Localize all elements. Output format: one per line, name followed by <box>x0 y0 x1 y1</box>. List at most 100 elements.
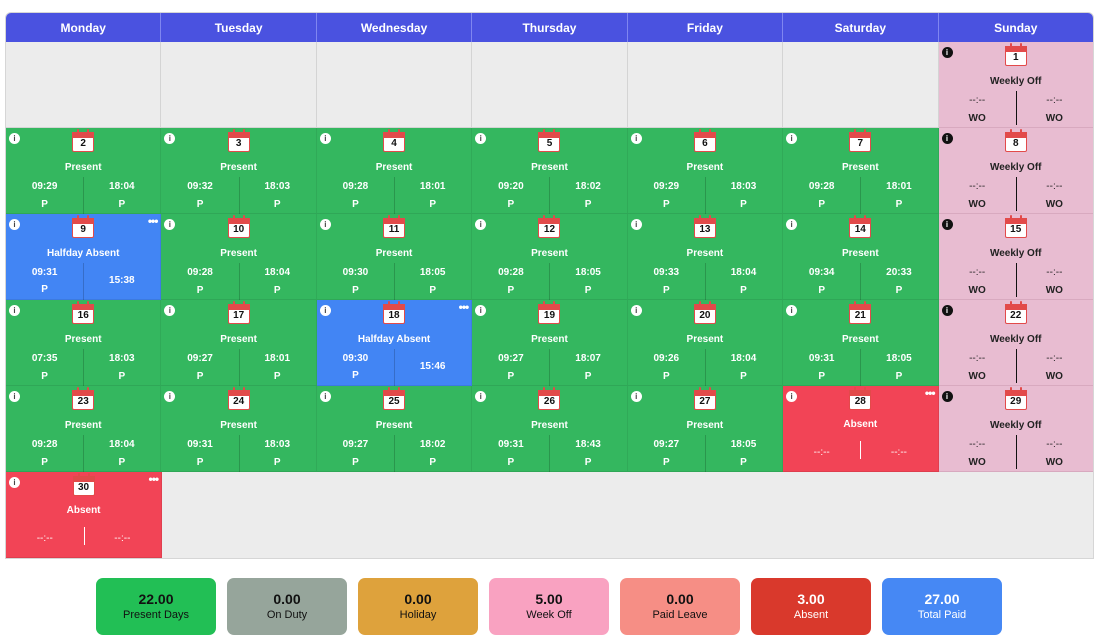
info-icon[interactable]: i <box>164 391 176 402</box>
day-cell-24[interactable]: i 24 Present 09:31 18:03 P P <box>161 386 317 472</box>
day-cell-16[interactable]: i 16 Present 07:35 18:03 P P <box>6 300 162 386</box>
info-icon[interactable]: i <box>941 133 953 144</box>
day-cell-8[interactable]: i 8 Weekly Off --:-- --:-- WO WO <box>938 128 1093 214</box>
week-row: i 2 Present 09:29 18:04 P P i 3 Present … <box>6 128 1093 214</box>
day-number: 20 <box>699 310 711 321</box>
info-icon[interactable]: i <box>941 391 953 402</box>
check-out-time: 20:33 <box>886 267 912 278</box>
day-cell-1[interactable]: i 1 Weekly Off --:-- --:-- WO WO <box>938 42 1093 128</box>
attendance-status: Weekly Off <box>989 420 1042 431</box>
more-options-icon[interactable]: ••• <box>925 387 936 399</box>
day-cell-15[interactable]: i 15 Weekly Off --:-- --:-- WO WO <box>938 214 1093 300</box>
check-out-time: 18:03 <box>264 439 291 450</box>
info-icon[interactable]: i <box>941 305 953 316</box>
day-cell-10[interactable]: i 10 Present 09:28 18:04 P P <box>161 214 317 300</box>
check-out-mark: P <box>584 199 592 210</box>
check-in-mark: P <box>41 457 48 468</box>
summary-value: 5.00 <box>535 590 563 607</box>
summary-value: 0.00 <box>404 590 432 607</box>
day-cell-26[interactable]: i 26 Present 09:31 18:43 P P <box>472 386 628 472</box>
check-in-time: 09:31 <box>187 439 213 450</box>
attendance-summary: 22.00 Present Days 0.00 On Duty 0.00 Holiday 5… <box>96 578 1002 635</box>
check-in-time: 09:29 <box>653 181 680 192</box>
check-out-time: 15:46 <box>419 361 446 372</box>
check-in-time: --:-- <box>813 447 830 458</box>
info-icon[interactable]: i <box>630 133 642 144</box>
day-cell-22[interactable]: i 22 Weekly Off --:-- --:-- WO WO <box>938 300 1093 386</box>
info-icon[interactable]: i <box>786 133 798 144</box>
check-in-mark: P <box>352 199 359 210</box>
info-icon[interactable]: i <box>319 391 331 402</box>
more-options-icon[interactable]: ••• <box>459 301 470 313</box>
info-icon[interactable]: i <box>9 133 20 144</box>
day-cell-29[interactable]: i 29 Weekly Off --:-- --:-- WO WO <box>938 386 1093 472</box>
day-cell-14[interactable]: i 14 Present 09:34 20:33 P P <box>783 214 939 300</box>
more-options-icon[interactable]: ••• <box>149 473 160 485</box>
info-icon[interactable]: i <box>941 47 953 58</box>
info-icon[interactable]: i <box>475 305 487 316</box>
info-icon[interactable]: i <box>475 391 487 402</box>
info-icon[interactable]: i <box>475 133 487 144</box>
attendance-status: Present <box>220 420 257 431</box>
day-cell-28[interactable]: i ••• 28 Absent --:-- --:-- <box>783 386 939 472</box>
day-cell-9[interactable]: i ••• 9 Halfday Absent 09:31 15:38 P <box>6 214 162 300</box>
info-icon[interactable]: i <box>9 391 20 402</box>
check-out-time: 18:05 <box>419 267 446 278</box>
calendar-icon: 24 <box>227 387 250 410</box>
info-icon[interactable]: i <box>319 305 331 316</box>
info-icon[interactable]: i <box>786 305 798 316</box>
info-icon[interactable]: i <box>941 219 953 230</box>
info-icon[interactable]: i <box>475 219 487 230</box>
info-icon[interactable]: i <box>164 133 176 144</box>
info-icon[interactable]: i <box>630 391 642 402</box>
day-cell-18[interactable]: i ••• 18 Halfday Absent 09:30 15:46 P <box>316 300 473 386</box>
day-cell-25[interactable]: i 25 Present 09:27 18:02 P P <box>316 386 473 472</box>
check-out-mark: P <box>118 371 126 382</box>
day-cell-17[interactable]: i 17 Present 09:27 18:01 P P <box>161 300 317 386</box>
day-cell-13[interactable]: i 13 Present 09:33 18:04 P P <box>627 214 784 300</box>
info-icon[interactable]: i <box>9 305 20 316</box>
day-cell-20[interactable]: i 20 Present 09:26 18:04 P P <box>627 300 784 386</box>
check-out-mark: WO <box>1045 285 1063 296</box>
info-icon[interactable]: i <box>786 219 798 230</box>
day-cell-12[interactable]: i 12 Present 09:28 18:05 P P <box>472 214 628 300</box>
info-icon[interactable]: i <box>630 305 642 316</box>
day-cell-7[interactable]: i 7 Present 09:28 18:01 P P <box>783 128 939 214</box>
day-cell-30[interactable]: i ••• 30 Absent --:-- --:-- <box>6 472 163 558</box>
day-cell-5[interactable]: i 5 Present 09:20 18:02 P P <box>472 128 628 214</box>
day-number: 1 <box>1012 52 1019 63</box>
summary-label: Week Off <box>526 608 572 621</box>
day-cell-27[interactable]: i 27 Present 09:27 18:05 P P <box>627 386 784 472</box>
day-number: 2 <box>80 138 86 149</box>
info-icon[interactable]: i <box>319 133 331 144</box>
check-out-mark: WO <box>1045 113 1063 124</box>
info-icon[interactable]: i <box>164 305 176 316</box>
check-out-time: 18:01 <box>264 353 291 364</box>
day-cell-2[interactable]: i 2 Present 09:29 18:04 P P <box>6 128 162 214</box>
attendance-status: Present <box>375 162 413 173</box>
check-out-mark: P <box>584 285 592 296</box>
check-in-mark: P <box>352 457 359 468</box>
check-out-time: 18:04 <box>730 353 757 364</box>
more-options-icon[interactable]: ••• <box>148 215 159 227</box>
day-number: 17 <box>233 310 245 321</box>
info-icon[interactable]: i <box>786 391 798 402</box>
empty-day-cell <box>472 472 628 558</box>
info-icon[interactable]: i <box>164 219 176 230</box>
day-cell-6[interactable]: i 6 Present 09:29 18:03 P P <box>627 128 784 214</box>
day-cell-19[interactable]: i 19 Present 09:27 18:07 P P <box>472 300 628 386</box>
check-in-time: 09:27 <box>342 439 369 450</box>
info-icon[interactable]: i <box>9 219 20 230</box>
check-in-mark: P <box>662 199 670 210</box>
attendance-status: Present <box>64 162 102 173</box>
day-cell-11[interactable]: i 11 Present 09:30 18:05 P P <box>316 214 473 300</box>
day-cell-23[interactable]: i 23 Present 09:28 18:04 P P <box>6 386 162 472</box>
day-cell-21[interactable]: i 21 Present 09:31 18:05 P P <box>783 300 939 386</box>
day-cell-4[interactable]: i 4 Present 09:28 18:01 P P <box>316 128 473 214</box>
info-icon[interactable]: i <box>319 219 331 230</box>
info-icon[interactable]: i <box>630 219 642 230</box>
day-cell-3[interactable]: i 3 Present 09:32 18:03 P P <box>161 128 317 214</box>
summary-label: Paid Leave <box>652 608 708 621</box>
info-icon[interactable]: i <box>9 477 20 488</box>
summary-card-present-days: 22.00 Present Days <box>96 578 216 635</box>
